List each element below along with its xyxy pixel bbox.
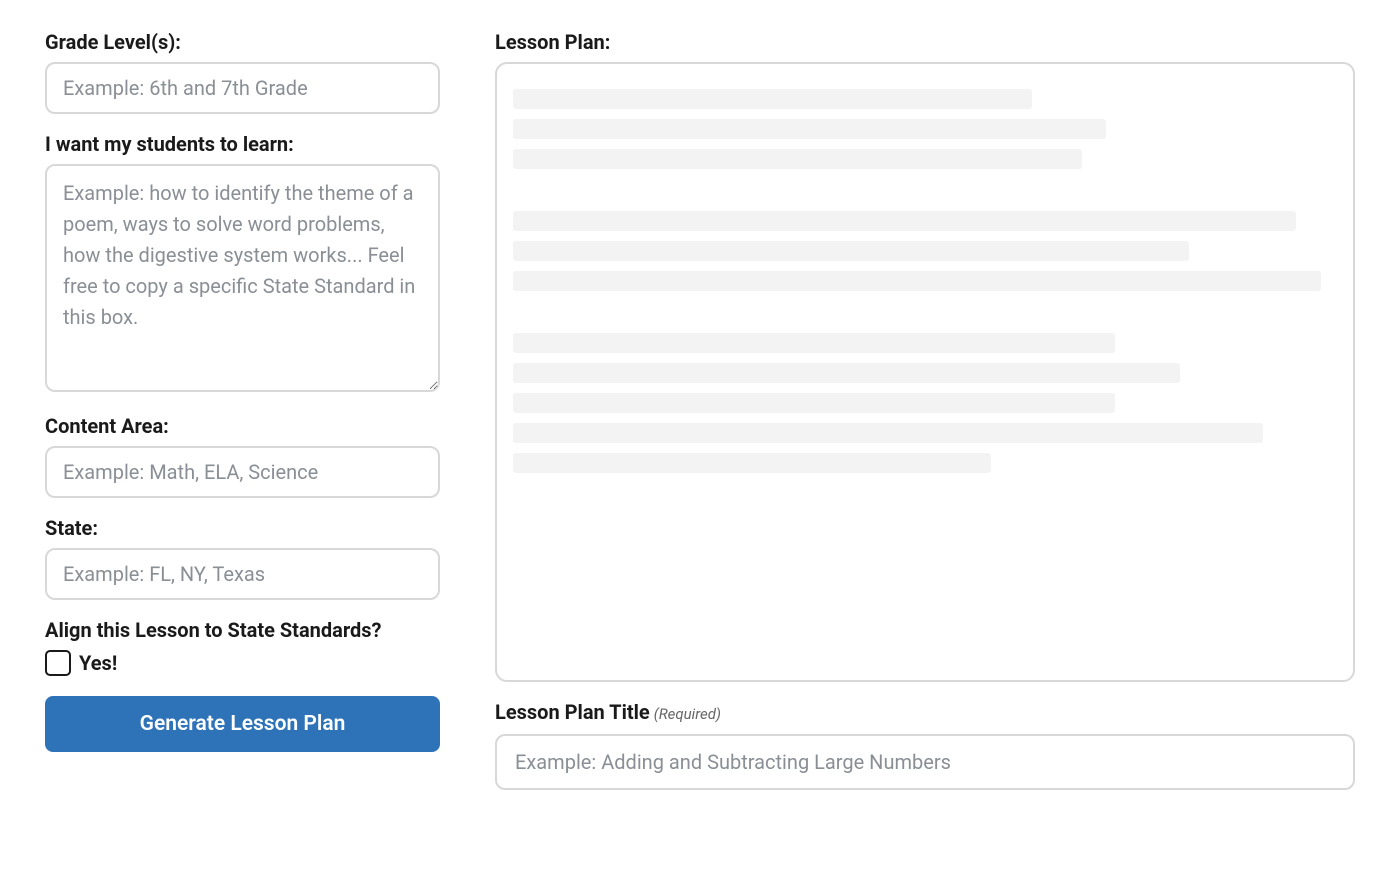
skeleton-line [513,453,991,473]
lesson-plan-heading: Lesson Plan: [495,30,1355,54]
lesson-plan-output [495,62,1355,682]
learn-textarea[interactable] [45,164,440,392]
skeleton-line [513,241,1189,261]
content-area-input[interactable] [45,446,440,498]
content-area-label: Content Area: [45,414,440,438]
grade-level-input[interactable] [45,62,440,114]
skeleton-line [513,393,1115,413]
skeleton-line [513,271,1321,291]
skeleton-line [513,211,1296,231]
skeleton-line [513,149,1082,169]
state-input[interactable] [45,548,440,600]
align-standards-checkbox[interactable] [45,650,71,676]
lesson-plan-title-input[interactable] [495,734,1355,790]
state-label: State: [45,516,440,540]
align-standards-checkbox-label: Yes! [79,651,117,675]
skeleton-line [513,89,1032,109]
generate-lesson-plan-button[interactable]: Generate Lesson Plan [45,696,440,752]
skeleton-line [513,363,1180,383]
skeleton-line [513,333,1115,353]
learn-label: I want my students to learn: [45,132,440,156]
align-standards-label: Align this Lesson to State Standards? [45,618,440,642]
skeleton-line [513,119,1106,139]
skeleton-line [513,423,1263,443]
grade-level-label: Grade Level(s): [45,30,440,54]
lesson-plan-title-label: Lesson Plan Title [495,700,650,724]
required-tag: (Required) [654,705,721,723]
